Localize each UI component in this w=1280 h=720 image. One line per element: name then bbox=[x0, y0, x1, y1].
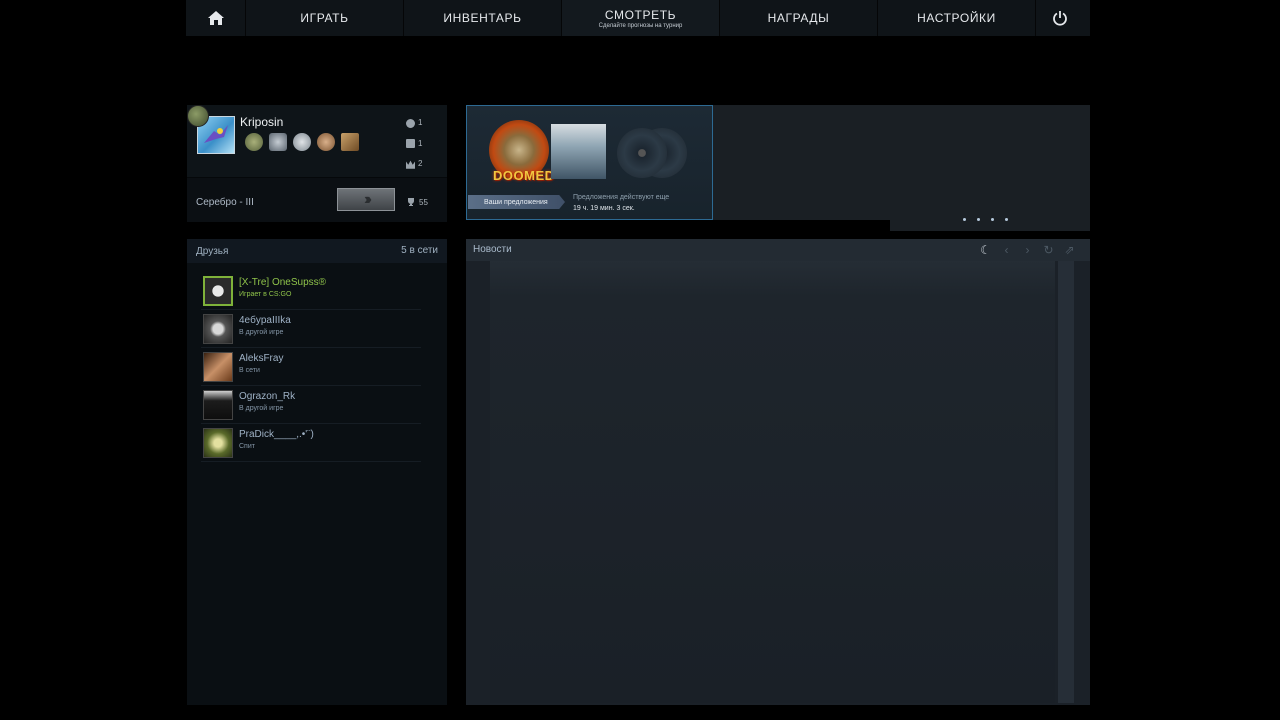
friend-avatar bbox=[203, 276, 233, 306]
news-toolbar: ☾ ‹ › ↻ ⇗ bbox=[979, 243, 1076, 257]
nav-settings-label: НАСТРОЙКИ bbox=[917, 11, 996, 25]
offer-timer-label: Предложения действуют еще bbox=[573, 194, 670, 201]
crown-icon bbox=[406, 160, 415, 169]
profile-panel: Kriposin 1 1 2 Серебро - III ››› 55 bbox=[187, 105, 447, 222]
external-link-icon[interactable]: ⇗ bbox=[1063, 243, 1076, 257]
friend-name: Ograzon_Rk bbox=[239, 391, 296, 402]
stat-friendly-value: 1 bbox=[418, 118, 423, 127]
friends-online-count: 5 в сети bbox=[401, 245, 438, 256]
carousel-dot[interactable] bbox=[1005, 218, 1008, 221]
trophy-value: 55 bbox=[419, 197, 428, 207]
rank-label: Серебро - III bbox=[196, 197, 254, 208]
medal-shield-icon[interactable] bbox=[269, 133, 287, 151]
friend-status: В другой игре bbox=[239, 329, 284, 336]
forward-icon[interactable]: › bbox=[1021, 243, 1034, 257]
nav-watch-label: СМОТРЕТЬ bbox=[604, 7, 677, 22]
teacher-icon bbox=[406, 139, 415, 149]
nav-rewards[interactable]: НАГРАДЫ bbox=[720, 0, 878, 36]
friend-row[interactable]: AleksFray В сети bbox=[201, 349, 421, 386]
nav-watch-sublabel: Сделайте прогнозы на турнир bbox=[598, 22, 683, 29]
trophy-icon bbox=[408, 198, 414, 206]
friends-panel: Друзья 5 в сети [X-Tre] OneSupss® Играет… bbox=[187, 239, 447, 705]
music-disc-icon bbox=[617, 128, 667, 178]
carousel-dot[interactable] bbox=[991, 218, 994, 221]
doomed-logo-text: DOOMED bbox=[493, 168, 555, 183]
offers-button[interactable]: Ваши предложения bbox=[468, 195, 565, 209]
friend-name: PraDick____,.•'¨) bbox=[239, 429, 314, 440]
friend-name: AleksFray bbox=[239, 353, 284, 364]
stat-leader-value: 2 bbox=[418, 159, 423, 168]
refresh-icon[interactable]: ↻ bbox=[1042, 243, 1055, 257]
medal-map-icon[interactable] bbox=[341, 133, 359, 151]
offer-timer-value: 19 ч. 19 мин. 3 сек. bbox=[573, 205, 635, 212]
friends-title: Друзья bbox=[196, 246, 229, 257]
profile-stats: 1 1 2 bbox=[406, 113, 422, 175]
friend-row[interactable]: Ograzon_Rk В другой игре bbox=[201, 387, 421, 424]
rank-row: Серебро - III ››› 55 bbox=[187, 177, 447, 222]
top-nav: ИГРАТЬ ИНВЕНТАРЬ СМОТРЕТЬ Сделайте прогн… bbox=[186, 0, 1090, 36]
profile-name[interactable]: Kriposin bbox=[240, 115, 283, 129]
stat-friendly[interactable]: 1 bbox=[406, 113, 422, 134]
friends-header: Друзья 5 в сети bbox=[187, 239, 447, 263]
offer-timer: Предложения действуют еще 19 ч. 19 мин. … bbox=[573, 192, 669, 214]
smile-icon bbox=[406, 118, 415, 128]
news-panel: Новости ☾ ‹ › ↻ ⇗ bbox=[466, 239, 1090, 705]
album-cover-icon bbox=[551, 124, 606, 179]
friend-avatar bbox=[203, 314, 233, 344]
friend-avatar bbox=[203, 428, 233, 458]
medal-coin-icon[interactable] bbox=[245, 133, 263, 151]
stat-teacher-value: 1 bbox=[418, 138, 423, 148]
home-button[interactable] bbox=[186, 0, 246, 36]
friend-status: Играет в CS:GO bbox=[239, 291, 292, 298]
friend-row[interactable]: 4eбypaIIIka В другой игре bbox=[201, 311, 421, 348]
trophy-count[interactable]: 55 bbox=[406, 197, 428, 207]
medal-row bbox=[245, 133, 359, 151]
store-banner[interactable]: DOOMED Ваши предложения Предложения дейс… bbox=[466, 105, 713, 220]
stat-teacher[interactable]: 1 bbox=[406, 134, 422, 155]
nav-rewards-label: НАГРАДЫ bbox=[767, 11, 830, 25]
friend-avatar bbox=[203, 390, 233, 420]
nav-watch[interactable]: СМОТРЕТЬ Сделайте прогнозы на турнир bbox=[562, 0, 720, 36]
news-scrollbar[interactable] bbox=[1058, 261, 1074, 703]
medal-silver-icon[interactable] bbox=[293, 133, 311, 151]
banner-divider bbox=[466, 220, 890, 231]
back-icon[interactable]: ‹ bbox=[1000, 243, 1013, 257]
loading-spinner-icon: ☾ bbox=[980, 243, 991, 257]
stat-leader[interactable]: 2 bbox=[406, 154, 422, 175]
news-header: Новости ☾ ‹ › ↻ ⇗ bbox=[466, 239, 1090, 261]
friend-row[interactable]: [X-Tre] OneSupss® Играет в CS:GO bbox=[201, 273, 421, 310]
nav-inventory[interactable]: ИНВЕНТАРЬ bbox=[404, 0, 562, 36]
friend-name: 4eбypaIIIka bbox=[239, 315, 291, 326]
service-medal-icon bbox=[187, 105, 209, 127]
home-icon bbox=[207, 11, 224, 25]
friend-avatar bbox=[203, 352, 233, 382]
news-content[interactable] bbox=[490, 261, 1055, 703]
power-icon bbox=[1052, 11, 1067, 26]
store-banner-area: DOOMED Ваши предложения Предложения дейс… bbox=[466, 105, 1090, 231]
news-title: Новости bbox=[473, 244, 512, 255]
friend-name: [X-Tre] OneSupss® bbox=[239, 277, 327, 288]
friend-status: Спит bbox=[239, 443, 255, 450]
carousel-dot[interactable] bbox=[977, 218, 980, 221]
friend-status: В другой игре bbox=[239, 405, 284, 412]
rank-chevron-icon[interactable]: ››› bbox=[337, 188, 395, 211]
carousel-dots bbox=[963, 218, 1008, 221]
nav-inventory-label: ИНВЕНТАРЬ bbox=[443, 11, 522, 25]
friend-status: В сети bbox=[239, 367, 260, 374]
carousel-dot[interactable] bbox=[963, 218, 966, 221]
nav-play[interactable]: ИГРАТЬ bbox=[246, 0, 404, 36]
nav-settings[interactable]: НАСТРОЙКИ bbox=[878, 0, 1036, 36]
medal-bronze-icon[interactable] bbox=[317, 133, 335, 151]
nav-play-label: ИГРАТЬ bbox=[300, 11, 349, 25]
power-button[interactable] bbox=[1036, 0, 1083, 36]
friend-row[interactable]: PraDick____,.•'¨) Спит bbox=[201, 425, 421, 462]
